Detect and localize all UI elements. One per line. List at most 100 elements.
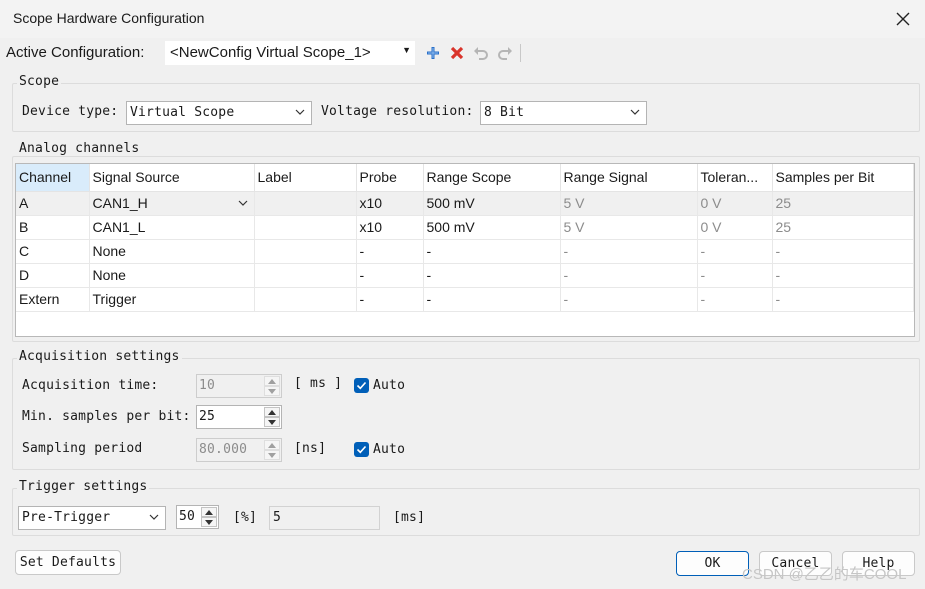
voltage-resolution-value: 8 Bit	[484, 105, 525, 120]
close-button[interactable]	[886, 5, 920, 33]
signal-source-cell[interactable]: Trigger	[89, 287, 255, 312]
column-header-samples-per-bit[interactable]: Samples per Bit	[772, 164, 914, 192]
acquisition-time-auto-label[interactable]: Auto	[373, 378, 405, 393]
ok-button[interactable]: OK	[676, 551, 749, 576]
spin-down-icon[interactable]	[264, 417, 280, 427]
chevron-down-icon	[630, 109, 640, 115]
probe-cell[interactable]: -	[356, 287, 424, 312]
analog-channels-group-title: Analog channels	[17, 141, 142, 156]
signal-source-cell[interactable]: CAN1_H	[89, 191, 255, 216]
spin-down-icon[interactable]	[264, 450, 280, 460]
close-icon	[896, 12, 910, 26]
tolerance-cell: -	[697, 239, 773, 264]
delete-config-button[interactable]	[448, 44, 466, 62]
redo-button[interactable]	[496, 44, 514, 62]
min-samples-label: Min. samples per bit:	[22, 409, 191, 424]
trigger-settings-group-title: Trigger settings	[17, 479, 150, 494]
range-scope-cell[interactable]: 500 mV	[423, 215, 561, 240]
channel-cell: Extern	[16, 287, 90, 312]
undo-button[interactable]	[472, 44, 490, 62]
channel-cell: D	[16, 263, 90, 288]
signal-source-cell[interactable]: None	[89, 263, 255, 288]
spin-up-icon[interactable]	[264, 376, 280, 386]
channel-cell: B	[16, 215, 90, 240]
label-cell[interactable]	[254, 263, 357, 288]
range-scope-cell[interactable]: -	[423, 239, 561, 264]
title-bar: Scope Hardware Configuration	[0, 0, 925, 38]
sampling-period-auto-checkbox[interactable]	[354, 442, 369, 457]
range-signal-cell: -	[560, 287, 698, 312]
acquisition-time-unit: [ ms ]	[294, 376, 343, 391]
label-cell[interactable]	[254, 287, 357, 312]
trigger-mode-select[interactable]: Pre-Trigger	[18, 506, 166, 530]
tolerance-cell: -	[697, 287, 773, 312]
signal-source-value: CAN1_H	[92, 195, 148, 211]
sampling-period-spinbox[interactable]: 80.000	[196, 438, 282, 462]
probe-cell[interactable]: -	[356, 239, 424, 264]
table-header-row: Channel Signal Source Label Probe Range …	[16, 164, 914, 192]
trigger-percent-spinbox[interactable]: 50	[176, 505, 219, 529]
undo-icon	[474, 47, 488, 60]
acquisition-settings-group-title: Acquisition settings	[17, 349, 182, 364]
active-config-select[interactable]: <NewConfig Virtual Scope_1> ▼	[165, 41, 415, 65]
voltage-resolution-label: Voltage resolution:	[321, 104, 474, 119]
label-cell[interactable]	[254, 239, 357, 264]
redo-icon	[498, 47, 512, 60]
table-row[interactable]: D None - - - - -	[16, 263, 914, 288]
channel-cell: A	[16, 191, 90, 216]
signal-source-cell[interactable]: CAN1_L	[89, 215, 255, 240]
tolerance-cell: 0 V	[697, 215, 773, 240]
probe-cell[interactable]: -	[356, 263, 424, 288]
spin-down-icon[interactable]	[264, 386, 280, 396]
table-row[interactable]: B CAN1_L x10 500 mV 5 V 0 V 25	[16, 215, 914, 240]
sampling-period-auto-label[interactable]: Auto	[373, 442, 405, 457]
chevron-down-icon[interactable]	[237, 197, 249, 209]
trigger-time-field: 5	[269, 506, 380, 530]
config-toolbar: Active Configuration: <NewConfig Virtual…	[0, 38, 925, 68]
checkmark-icon	[356, 381, 367, 390]
column-header-probe[interactable]: Probe	[356, 164, 424, 192]
dropdown-arrow-icon: ▼	[402, 45, 411, 55]
acquisition-time-value: 10	[199, 378, 216, 393]
column-header-signal-source[interactable]: Signal Source	[89, 164, 255, 192]
label-cell[interactable]	[254, 215, 357, 240]
table-row[interactable]: C None - - - - -	[16, 239, 914, 264]
column-header-channel[interactable]: Channel	[16, 164, 90, 192]
spin-up-icon[interactable]	[264, 440, 280, 450]
probe-cell[interactable]: x10	[356, 191, 424, 216]
sampling-period-unit: [ns]	[294, 441, 327, 456]
range-scope-cell[interactable]: -	[423, 263, 561, 288]
signal-source-cell[interactable]: None	[89, 239, 255, 264]
column-header-range-signal[interactable]: Range Signal	[560, 164, 698, 192]
column-header-label[interactable]: Label	[254, 164, 357, 192]
label-cell[interactable]	[254, 191, 357, 216]
trigger-percent-unit: [%]	[233, 510, 258, 525]
delete-icon	[450, 46, 464, 60]
spin-down-icon[interactable]	[201, 517, 217, 527]
spin-up-icon[interactable]	[264, 407, 280, 417]
samples-per-bit-cell: 25	[772, 191, 914, 216]
table-row[interactable]: Extern Trigger - - - - -	[16, 287, 914, 312]
sampling-period-value: 80.000	[199, 442, 248, 457]
range-scope-cell[interactable]: 500 mV	[423, 191, 561, 216]
range-scope-cell[interactable]: -	[423, 287, 561, 312]
probe-cell[interactable]: x10	[356, 215, 424, 240]
add-config-button[interactable]	[424, 44, 442, 62]
samples-per-bit-cell: -	[772, 287, 914, 312]
channel-cell: C	[16, 239, 90, 264]
window-title: Scope Hardware Configuration	[13, 10, 205, 26]
spin-up-icon[interactable]	[201, 507, 217, 517]
trigger-time-unit: [ms]	[393, 510, 426, 525]
acquisition-time-spinbox[interactable]: 10	[196, 374, 282, 398]
set-defaults-button[interactable]: Set Defaults	[15, 550, 121, 575]
chevron-down-icon	[295, 109, 305, 115]
min-samples-spinbox[interactable]: 25	[196, 405, 282, 429]
column-header-tolerance[interactable]: Toleran...	[697, 164, 773, 192]
acquisition-time-auto-checkbox[interactable]	[354, 378, 369, 393]
device-type-select[interactable]: Virtual Scope	[126, 101, 312, 125]
active-config-label: Active Configuration:	[6, 44, 145, 61]
column-header-range-scope[interactable]: Range Scope	[423, 164, 561, 192]
device-type-label: Device type:	[22, 104, 119, 119]
table-row[interactable]: A CAN1_H x10 500 mV 5 V 0 V 25	[16, 191, 914, 216]
voltage-resolution-select[interactable]: 8 Bit	[480, 101, 647, 125]
